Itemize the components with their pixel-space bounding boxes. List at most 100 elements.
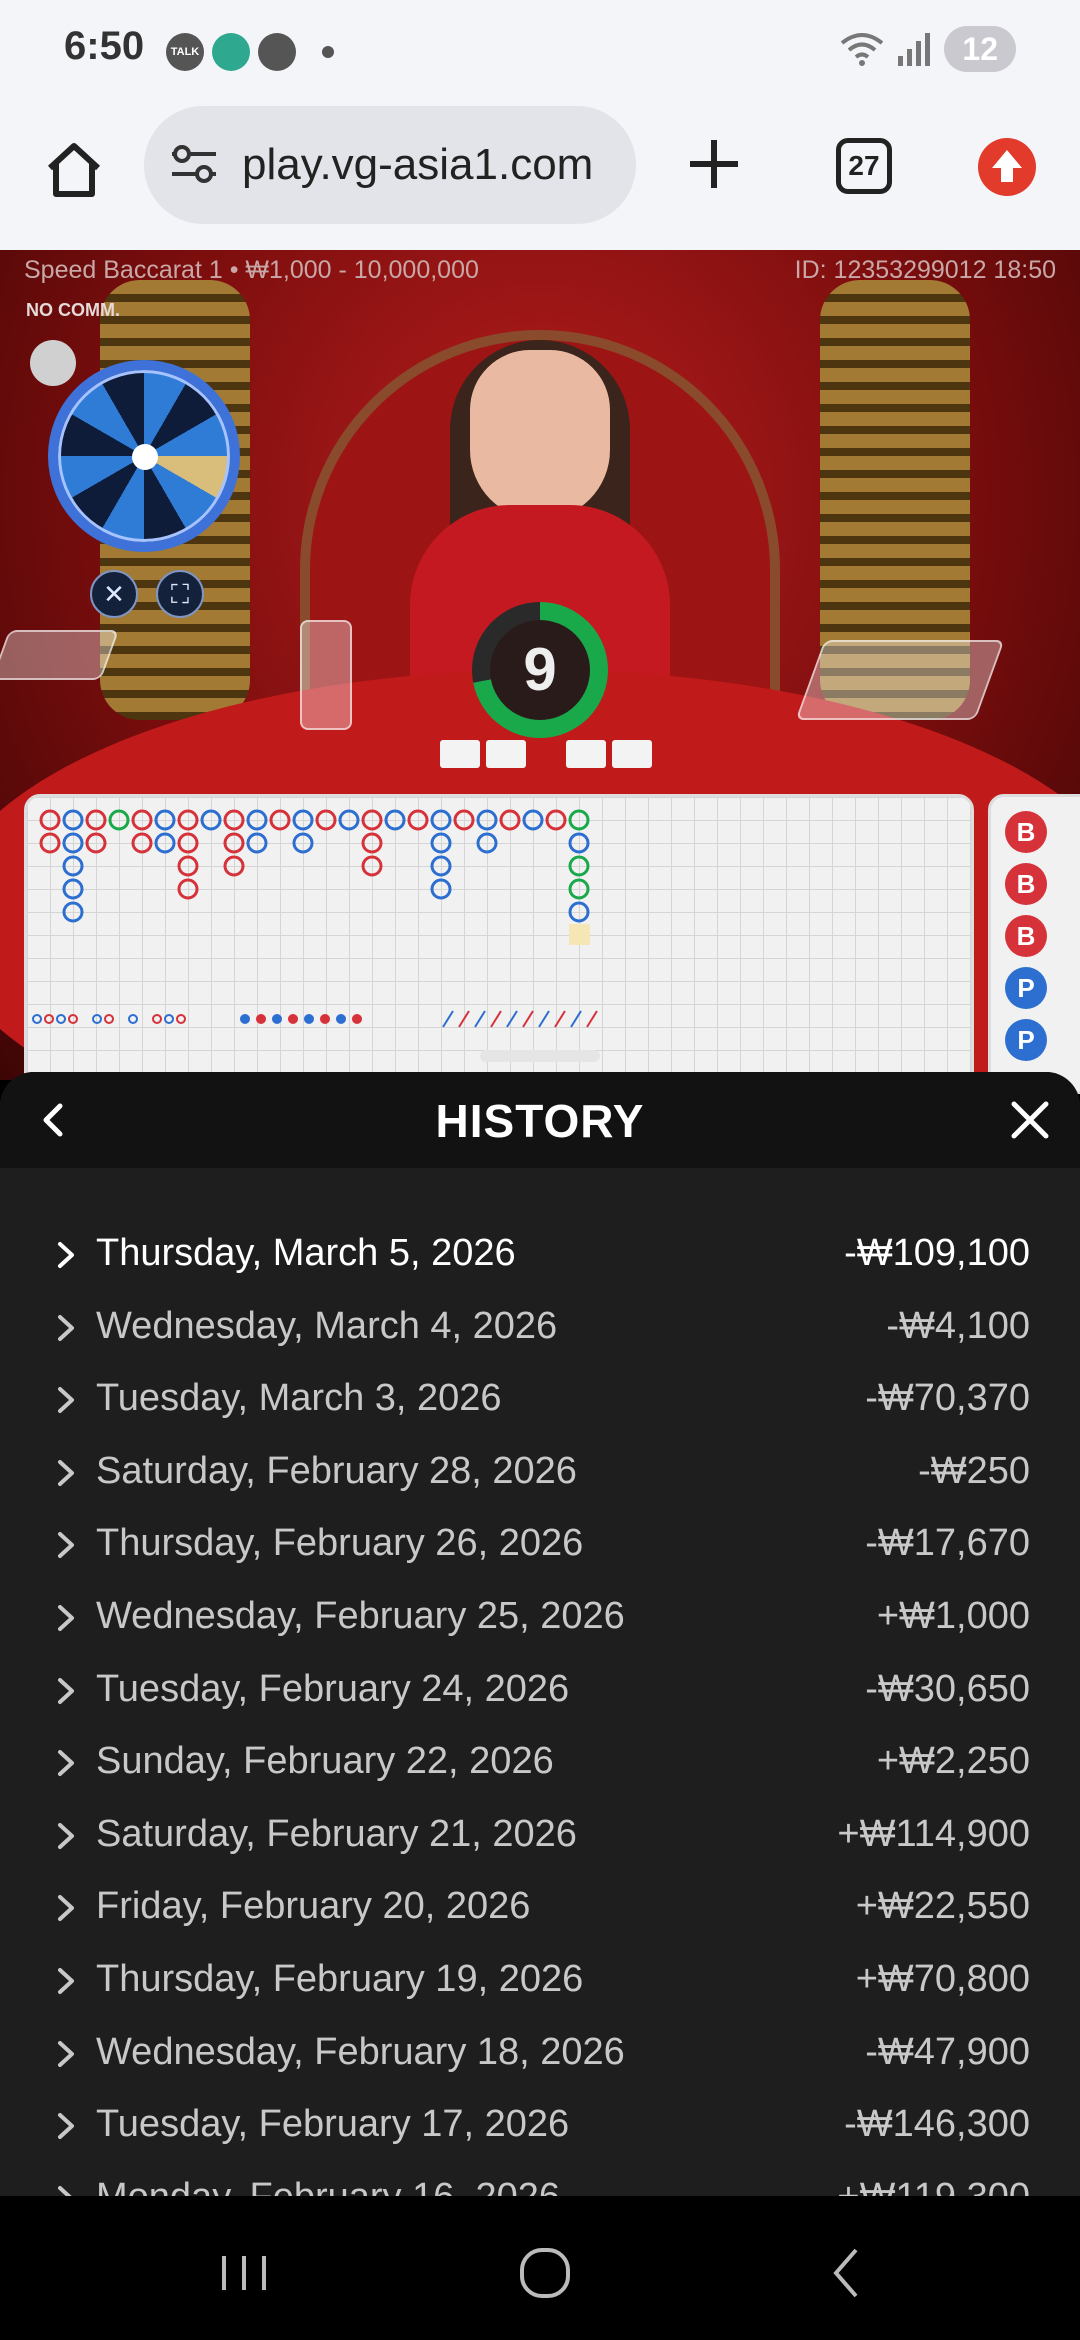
bet-timer: 9 <box>472 602 608 738</box>
road-mark <box>104 1014 114 1024</box>
chevron-right-icon <box>58 1604 74 1631</box>
banker-card <box>612 740 652 768</box>
road-mark <box>474 1010 486 1028</box>
road-mark <box>568 809 590 831</box>
chat-bubble-icon <box>258 33 296 71</box>
site-settings-icon[interactable] <box>168 142 220 186</box>
history-amount: +₩22,550 <box>855 1885 1030 1928</box>
road-mark <box>545 809 567 831</box>
history-row[interactable]: Wednesday, February 18, 2026 -₩47,900 <box>0 2019 1080 2092</box>
close-icon <box>1011 1101 1049 1139</box>
history-row[interactable]: Tuesday, February 17, 2026 -₩146,300 <box>0 2091 1080 2164</box>
status-time: 6:50 <box>64 24 145 68</box>
history-date: Monday, February 16, 2026 <box>96 2176 560 2196</box>
road-mark <box>568 832 590 854</box>
chevron-right-icon <box>58 1532 74 1559</box>
history-date: Wednesday, February 25, 2026 <box>96 1594 625 1637</box>
road-mark <box>131 809 153 831</box>
history-row[interactable]: Tuesday, March 3, 2026 -₩70,370 <box>0 1365 1080 1438</box>
history-amount: -₩17,670 <box>865 1522 1030 1565</box>
road-mark <box>506 1010 518 1028</box>
road-mark <box>131 832 153 854</box>
road-mark <box>152 1014 162 1024</box>
road-mark <box>176 1014 186 1024</box>
road-mark <box>44 1014 54 1024</box>
history-date: Sunday, February 22, 2026 <box>96 1740 554 1783</box>
recent-apps-button[interactable] <box>204 2238 284 2308</box>
url-text[interactable]: play.vg-asia1.com <box>242 140 622 190</box>
history-row[interactable]: Saturday, February 21, 2026 +₩114,900 <box>0 1801 1080 1874</box>
road-mark <box>177 878 199 900</box>
expand-icon[interactable]: ⛶ <box>156 570 204 618</box>
road-mark <box>164 1014 174 1024</box>
close-wheel-button[interactable]: ✕ <box>90 570 138 618</box>
history-amount: -₩250 <box>918 1449 1030 1492</box>
history-date: Wednesday, March 4, 2026 <box>96 1304 558 1347</box>
url-bar[interactable]: play.vg-asia1.com <box>144 106 636 224</box>
road-mark <box>39 809 61 831</box>
road-mark <box>586 1010 598 1028</box>
history-row[interactable]: Friday, February 20, 2026 +₩22,550 <box>0 1873 1080 1946</box>
discard-tray <box>300 620 352 730</box>
arrow-up-icon <box>992 150 1022 182</box>
side-roadmap[interactable]: B B B P P <box>988 794 1080 1094</box>
road-mark <box>476 809 498 831</box>
history-amount: -₩146,300 <box>844 2103 1030 2146</box>
road-mark <box>490 1010 502 1028</box>
close-button[interactable] <box>1004 1094 1056 1146</box>
history-amount: -₩47,900 <box>865 2030 1030 2073</box>
chevron-right-icon <box>58 2113 74 2140</box>
road-mark <box>568 855 590 877</box>
chevron-right-icon <box>58 1895 74 1922</box>
history-row[interactable]: Thursday, February 26, 2026 -₩17,670 <box>0 1510 1080 1583</box>
road-mark <box>256 1014 266 1024</box>
history-list: Thursday, March 5, 2026 -₩109,100 Wednesda… <box>0 1220 1080 2196</box>
road-mark <box>407 809 429 831</box>
road-highlight <box>569 924 590 945</box>
browser-toolbar: play.vg-asia1.com 27 <box>0 100 1080 250</box>
home-nav-button[interactable] <box>505 2238 585 2308</box>
road-mark <box>361 832 383 854</box>
history-row[interactable]: Sunday, February 22, 2026 +₩2,250 <box>0 1728 1080 1801</box>
history-row[interactable]: Saturday, February 28, 2026 -₩250 <box>0 1438 1080 1511</box>
home-button[interactable] <box>34 130 114 210</box>
road-badge-player: P <box>1005 1019 1047 1061</box>
home-circle-icon <box>520 2248 570 2298</box>
road-badge-player: P <box>1005 967 1047 1009</box>
history-amount: +₩114,900 <box>837 1812 1030 1855</box>
card-tray-left <box>0 630 120 680</box>
tab-switcher-button[interactable]: 27 <box>836 138 892 194</box>
road-mark <box>240 1014 250 1024</box>
road-mark <box>430 832 452 854</box>
road-mark <box>108 809 130 831</box>
bonus-wheel[interactable] <box>48 360 240 552</box>
road-mark <box>56 1014 66 1024</box>
road-mark <box>223 809 245 831</box>
status-bar: 6:50 TALK 12 <box>0 0 1080 100</box>
history-date: Tuesday, February 24, 2026 <box>96 1667 570 1710</box>
history-amount: +₩119,300 <box>837 2176 1030 2196</box>
history-row[interactable]: Wednesday, February 25, 2026 +₩1,000 <box>0 1583 1080 1656</box>
chevron-right-icon <box>58 1822 74 1849</box>
player-card <box>440 740 480 768</box>
history-row[interactable]: Thursday, February 19, 2026 +₩70,800 <box>0 1946 1080 2019</box>
app-icon <box>212 33 250 71</box>
big-road-roadmap[interactable] <box>24 794 974 1094</box>
sheet-drag-handle[interactable] <box>480 1050 600 1062</box>
new-tab-button[interactable] <box>674 124 754 204</box>
chevron-right-icon <box>58 2185 72 2196</box>
road-mark <box>62 878 84 900</box>
history-row[interactable]: Tuesday, February 24, 2026 -₩30,650 <box>0 1656 1080 1729</box>
history-row[interactable]: Wednesday, March 4, 2026 -₩4,100 <box>0 1293 1080 1366</box>
chevron-right-icon <box>58 2040 74 2067</box>
history-header: HISTORY <box>0 1072 1080 1168</box>
history-date: Thursday, February 26, 2026 <box>96 1522 584 1565</box>
history-row[interactable]: Thursday, March 5, 2026 -₩109,100 <box>0 1220 1080 1293</box>
update-button[interactable] <box>978 138 1036 196</box>
chevron-right-icon <box>58 1967 74 1994</box>
status-dot <box>30 340 76 386</box>
road-mark <box>177 809 199 831</box>
history-row[interactable]: Monday, February 16, 2026 +₩119,300 <box>0 2164 1080 2196</box>
back-nav-button[interactable] <box>808 2238 888 2308</box>
road-mark <box>85 832 107 854</box>
